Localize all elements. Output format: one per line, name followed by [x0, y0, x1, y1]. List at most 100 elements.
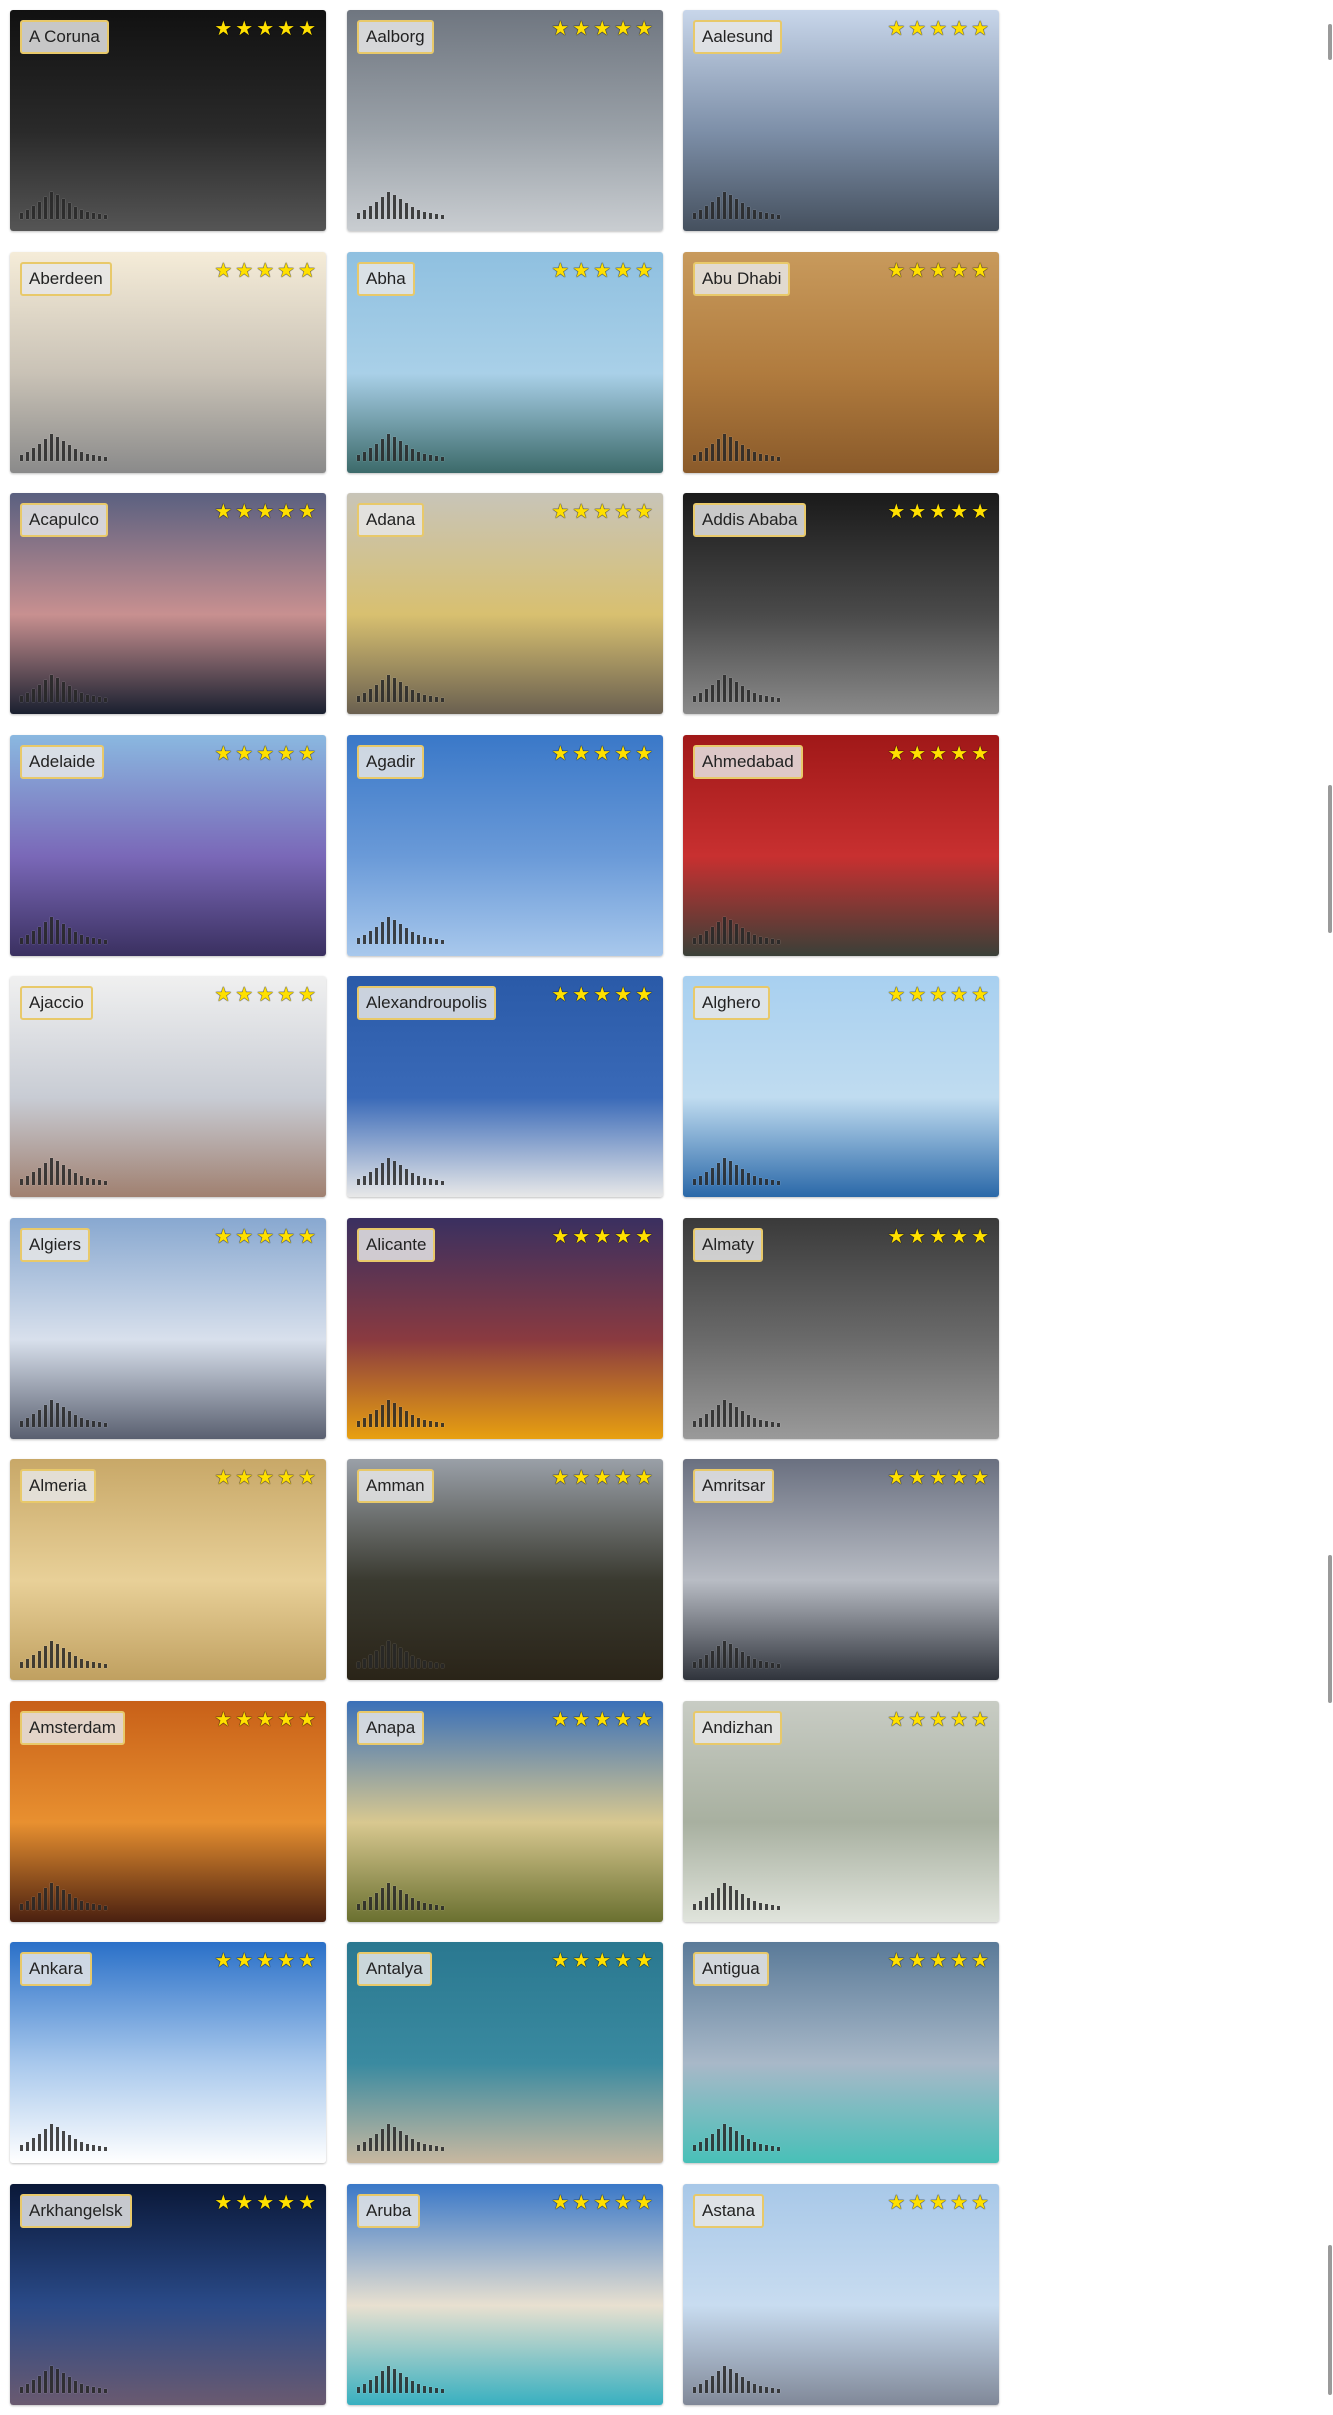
- star-icon[interactable]: ★: [214, 1468, 232, 1488]
- star-icon[interactable]: ★: [929, 502, 947, 522]
- star-icon[interactable]: ★: [614, 1710, 632, 1730]
- star-icon[interactable]: ★: [614, 19, 632, 39]
- city-card[interactable]: Aruba ★ ★ ★ ★ ★: [347, 2183, 663, 2405]
- star-icon[interactable]: ★: [551, 1710, 569, 1730]
- star-icon[interactable]: ★: [635, 1710, 653, 1730]
- star-icon[interactable]: ★: [950, 1227, 968, 1247]
- star-icon[interactable]: ★: [593, 1227, 611, 1247]
- star-rating[interactable]: ★ ★ ★ ★ ★: [551, 744, 653, 764]
- star-icon[interactable]: ★: [950, 2193, 968, 2213]
- star-icon[interactable]: ★: [593, 261, 611, 281]
- star-icon[interactable]: ★: [235, 502, 253, 522]
- star-icon[interactable]: ★: [593, 19, 611, 39]
- star-icon[interactable]: ★: [235, 744, 253, 764]
- star-icon[interactable]: ★: [235, 1710, 253, 1730]
- star-icon[interactable]: ★: [887, 1951, 905, 1971]
- star-icon[interactable]: ★: [277, 19, 295, 39]
- star-icon[interactable]: ★: [235, 1951, 253, 1971]
- star-icon[interactable]: ★: [572, 985, 590, 1005]
- star-icon[interactable]: ★: [887, 502, 905, 522]
- star-icon[interactable]: ★: [551, 2193, 569, 2213]
- star-icon[interactable]: ★: [256, 1951, 274, 1971]
- city-card[interactable]: Ahmedabad ★ ★ ★ ★ ★: [683, 734, 999, 956]
- star-icon[interactable]: ★: [551, 1951, 569, 1971]
- star-icon[interactable]: ★: [235, 985, 253, 1005]
- star-icon[interactable]: ★: [214, 261, 232, 281]
- star-icon[interactable]: ★: [971, 744, 989, 764]
- star-icon[interactable]: ★: [593, 502, 611, 522]
- city-card[interactable]: Astana ★ ★ ★ ★ ★: [683, 2183, 999, 2405]
- star-icon[interactable]: ★: [256, 744, 274, 764]
- star-rating[interactable]: ★ ★ ★ ★ ★: [887, 19, 989, 39]
- star-icon[interactable]: ★: [298, 985, 316, 1005]
- star-icon[interactable]: ★: [572, 261, 590, 281]
- city-card[interactable]: Acapulco ★ ★ ★ ★ ★: [10, 493, 326, 714]
- star-icon[interactable]: ★: [929, 1468, 947, 1488]
- city-card[interactable]: A Coruna ★ ★ ★ ★ ★: [10, 10, 326, 231]
- star-icon[interactable]: ★: [950, 19, 968, 39]
- star-icon[interactable]: ★: [593, 1951, 611, 1971]
- city-card[interactable]: Ajaccio ★ ★ ★ ★ ★: [10, 976, 326, 1197]
- scrollbar-thumb[interactable]: [1328, 24, 1332, 60]
- city-card[interactable]: Amritsar ★ ★ ★ ★ ★: [683, 1459, 999, 1680]
- star-icon[interactable]: ★: [950, 1710, 968, 1730]
- star-rating[interactable]: ★ ★ ★ ★ ★: [551, 502, 653, 522]
- star-rating[interactable]: ★ ★ ★ ★ ★: [214, 1710, 316, 1730]
- star-icon[interactable]: ★: [929, 1710, 947, 1730]
- star-icon[interactable]: ★: [298, 2193, 316, 2213]
- star-rating[interactable]: ★ ★ ★ ★ ★: [214, 2193, 316, 2213]
- star-icon[interactable]: ★: [971, 1951, 989, 1971]
- star-icon[interactable]: ★: [929, 19, 947, 39]
- star-icon[interactable]: ★: [635, 261, 653, 281]
- star-icon[interactable]: ★: [614, 261, 632, 281]
- star-icon[interactable]: ★: [971, 2193, 989, 2213]
- city-card[interactable]: Aalborg ★ ★ ★ ★ ★: [347, 10, 663, 231]
- star-icon[interactable]: ★: [235, 1468, 253, 1488]
- star-icon[interactable]: ★: [908, 1951, 926, 1971]
- star-icon[interactable]: ★: [929, 744, 947, 764]
- star-icon[interactable]: ★: [950, 502, 968, 522]
- star-icon[interactable]: ★: [277, 1468, 295, 1488]
- star-rating[interactable]: ★ ★ ★ ★ ★: [551, 1951, 653, 1971]
- star-icon[interactable]: ★: [572, 1227, 590, 1247]
- star-icon[interactable]: ★: [887, 1227, 905, 1247]
- star-icon[interactable]: ★: [887, 1468, 905, 1488]
- city-card[interactable]: Alicante ★ ★ ★ ★ ★: [347, 1217, 663, 1439]
- star-icon[interactable]: ★: [971, 985, 989, 1005]
- star-rating[interactable]: ★ ★ ★ ★ ★: [551, 985, 653, 1005]
- star-icon[interactable]: ★: [908, 19, 926, 39]
- star-icon[interactable]: ★: [887, 2193, 905, 2213]
- star-icon[interactable]: ★: [214, 502, 232, 522]
- star-icon[interactable]: ★: [908, 502, 926, 522]
- star-icon[interactable]: ★: [235, 19, 253, 39]
- city-card[interactable]: Antalya ★ ★ ★ ★ ★: [347, 1942, 663, 2163]
- star-icon[interactable]: ★: [593, 1710, 611, 1730]
- star-icon[interactable]: ★: [298, 19, 316, 39]
- star-icon[interactable]: ★: [277, 261, 295, 281]
- city-card[interactable]: Almeria ★ ★ ★ ★ ★: [10, 1459, 326, 1680]
- city-card[interactable]: Abu Dhabi ★ ★ ★ ★ ★: [683, 251, 999, 473]
- star-icon[interactable]: ★: [635, 1468, 653, 1488]
- city-card[interactable]: Ankara ★ ★ ★ ★ ★: [10, 1942, 326, 2163]
- star-rating[interactable]: ★ ★ ★ ★ ★: [887, 1710, 989, 1730]
- star-icon[interactable]: ★: [572, 2193, 590, 2213]
- star-rating[interactable]: ★ ★ ★ ★ ★: [214, 1468, 316, 1488]
- star-rating[interactable]: ★ ★ ★ ★ ★: [887, 744, 989, 764]
- star-icon[interactable]: ★: [256, 1468, 274, 1488]
- star-rating[interactable]: ★ ★ ★ ★ ★: [551, 261, 653, 281]
- city-card[interactable]: Antigua ★ ★ ★ ★ ★: [683, 1942, 999, 2163]
- star-icon[interactable]: ★: [887, 1710, 905, 1730]
- star-rating[interactable]: ★ ★ ★ ★ ★: [214, 985, 316, 1005]
- star-icon[interactable]: ★: [929, 2193, 947, 2213]
- star-rating[interactable]: ★ ★ ★ ★ ★: [551, 2193, 653, 2213]
- star-icon[interactable]: ★: [298, 1951, 316, 1971]
- star-rating[interactable]: ★ ★ ★ ★ ★: [214, 19, 316, 39]
- star-icon[interactable]: ★: [277, 744, 295, 764]
- scrollbar-thumb[interactable]: [1328, 2245, 1332, 2395]
- star-icon[interactable]: ★: [298, 1710, 316, 1730]
- star-rating[interactable]: ★ ★ ★ ★ ★: [214, 261, 316, 281]
- star-icon[interactable]: ★: [551, 19, 569, 39]
- star-icon[interactable]: ★: [214, 1951, 232, 1971]
- star-icon[interactable]: ★: [635, 19, 653, 39]
- star-rating[interactable]: ★ ★ ★ ★ ★: [887, 502, 989, 522]
